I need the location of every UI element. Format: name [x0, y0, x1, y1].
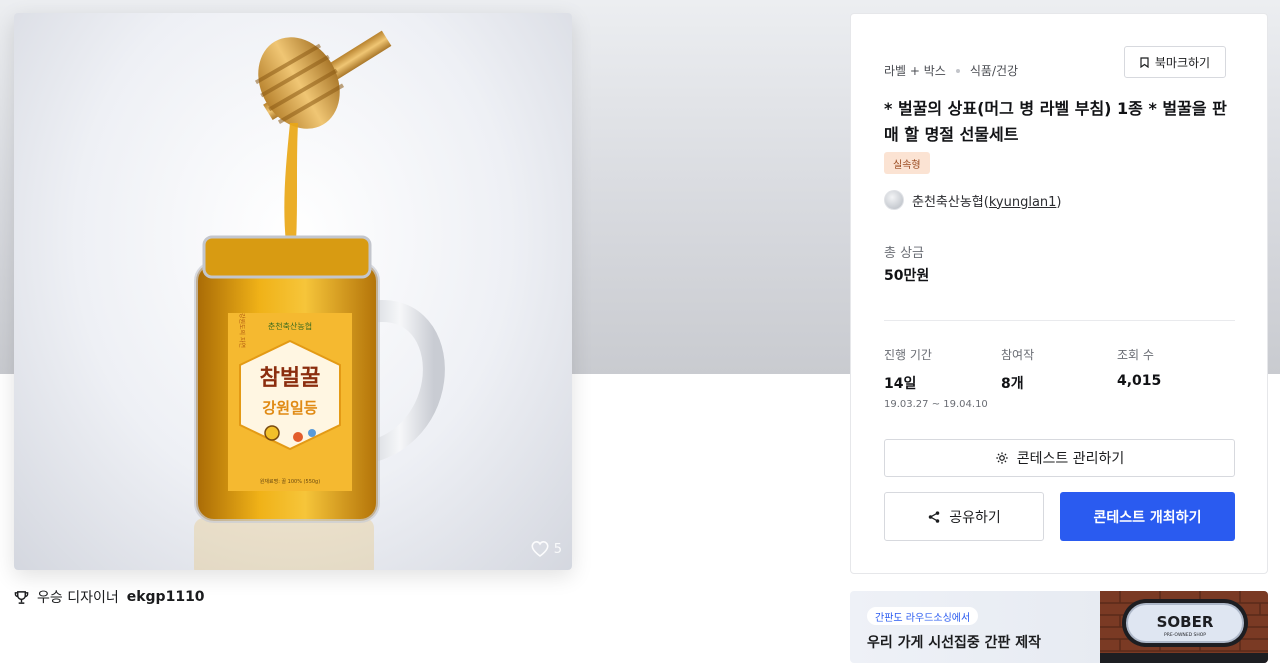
- breadcrumb-subcategory[interactable]: 식품/건강: [970, 62, 1018, 79]
- signboard-ad-banner[interactable]: 간판도 라우드소싱에서 우리 가게 시선집중 간판 제작 SOBER PRE-O…: [850, 591, 1268, 663]
- jar-label-title: 참벌꿀: [260, 366, 321, 391]
- share-label: 공유하기: [949, 509, 1001, 526]
- bookmark-button[interactable]: 북마크하기: [1124, 46, 1226, 78]
- trophy-icon: [14, 590, 29, 604]
- stat-entries: 참여작 8개: [1001, 346, 1034, 393]
- sign-subtext: PRE-OWNED SHOP: [1164, 632, 1206, 638]
- period-label: 진행 기간: [884, 348, 932, 362]
- breadcrumb-category[interactable]: 라벨 + 박스: [884, 62, 946, 79]
- winner-prefix: 우승 디자이너: [37, 590, 119, 606]
- ad-headline: 우리 가게 시선집중 간판 제작: [867, 635, 1042, 651]
- client-author: 춘천축산농협(kyunglan1): [884, 190, 1062, 210]
- host-contest-button[interactable]: 콘테스트 개최하기: [1060, 492, 1235, 541]
- like-count: 5: [553, 541, 562, 557]
- breadcrumb: 라벨 + 박스 식품/건강: [884, 62, 1018, 79]
- period-value: 14일: [884, 376, 917, 392]
- ad-pill: 간판도 라우드소싱에서: [867, 607, 979, 625]
- manage-contest-button[interactable]: 콘테스트 관리하기: [884, 439, 1235, 477]
- divider: [884, 320, 1235, 321]
- winner-designer: 우승 디자이너 ekgp1110: [14, 587, 205, 607]
- bookmark-label: 북마크하기: [1154, 55, 1211, 70]
- entries-label: 참여작: [1001, 348, 1035, 362]
- manage-contest-label: 콘테스트 관리하기: [1016, 451, 1125, 467]
- avatar[interactable]: [884, 190, 904, 210]
- contest-info-panel: 라벨 + 박스 식품/건강 북마크하기 * 벌꿀의 상표(머그 병 라벨 부침)…: [850, 13, 1268, 574]
- bookmark-icon: [1140, 56, 1149, 68]
- stat-period: 진행 기간 14일 19.03.27 ~ 19.04.10: [884, 346, 988, 410]
- views-label: 조회 수: [1117, 348, 1154, 362]
- author-name: 춘천축산농협: [912, 194, 984, 210]
- sign-text: SOBER: [1157, 613, 1214, 631]
- heart-icon[interactable]: [530, 540, 550, 558]
- winner-name[interactable]: ekgp1110: [127, 589, 205, 605]
- jar-side-text: 강원도의 자연: [238, 313, 246, 348]
- tier-badge: 실속형: [884, 152, 930, 174]
- jar-fine-print: 원재료명: 꿀 100% (550g): [260, 478, 320, 485]
- contest-title: * 벌꿀의 상표(머그 병 라벨 부침) 1종 * 벌꿀을 판매 할 명절 선물…: [884, 99, 1227, 144]
- shop-sign-photo: SOBER PRE-OWNED SHOP: [1100, 591, 1268, 663]
- entries-value: 8개: [1001, 376, 1024, 392]
- like-counter[interactable]: 5: [530, 540, 562, 558]
- honey-jar-illustration: 춘천축산농협 참벌꿀 강원일등 원재료명: 꿀 100% (550g) 강원도의…: [194, 30, 445, 570]
- stat-views: 조회 수 4,015: [1117, 346, 1161, 389]
- views-value: 4,015: [1117, 373, 1162, 389]
- product-image[interactable]: 춘천축산농협 참벌꿀 강원일등 원재료명: 꿀 100% (550g) 강원도의…: [14, 13, 572, 570]
- share-button[interactable]: 공유하기: [884, 492, 1044, 541]
- period-range: 19.03.27 ~ 19.04.10: [884, 399, 988, 410]
- gear-icon: [996, 452, 1008, 464]
- prize-value: 50만원: [884, 268, 930, 284]
- prize-label: 총 상금: [884, 246, 925, 261]
- breadcrumb-separator: [955, 68, 960, 73]
- share-icon: [928, 510, 940, 523]
- jar-brand: 춘천축산농협: [268, 321, 312, 331]
- jar-label-subtitle: 강원일등: [262, 399, 317, 417]
- author-handle[interactable]: kyunglan1: [989, 195, 1057, 210]
